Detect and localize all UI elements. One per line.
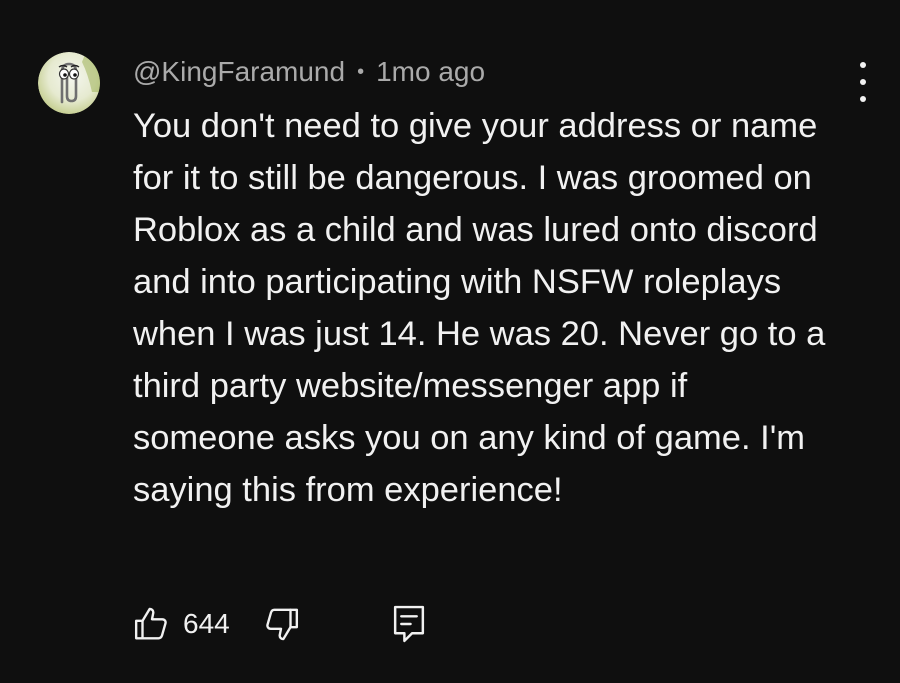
thumbs-up-icon — [134, 607, 167, 640]
meta-separator: • — [357, 60, 365, 83]
more-vertical-icon — [860, 96, 866, 102]
avatar[interactable] — [38, 52, 100, 114]
author-name[interactable]: @KingFaramund — [133, 56, 345, 88]
reply-button[interactable] — [390, 604, 428, 644]
like-count: 644 — [183, 608, 230, 639]
comment-text: You don't need to give your address or n… — [133, 107, 826, 509]
comment-meta: @KingFaramund • 1mo ago — [133, 53, 485, 91]
more-vertical-icon — [860, 62, 866, 68]
thumbs-down-icon — [265, 608, 298, 641]
more-options-button[interactable] — [848, 62, 878, 102]
like-button[interactable] — [133, 605, 171, 643]
reply-comment-icon — [393, 605, 424, 643]
more-vertical-icon — [860, 79, 866, 85]
paperclip-avatar-icon — [38, 52, 100, 114]
comment-actions: 644 — [133, 603, 428, 645]
comment-card: @KingFaramund • 1mo ago You don't need t… — [0, 0, 900, 683]
comment-time[interactable]: 1mo ago — [376, 56, 485, 88]
dislike-button[interactable] — [262, 605, 300, 643]
